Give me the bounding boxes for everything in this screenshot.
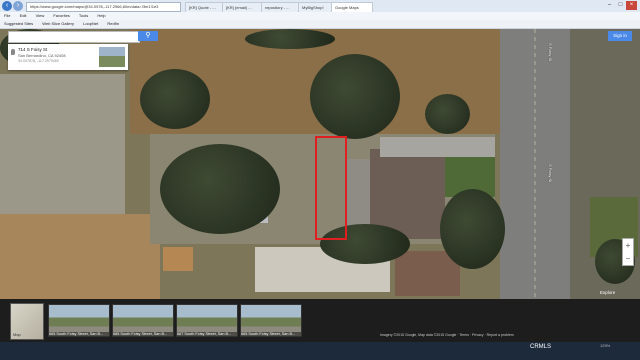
photo-thumbnail[interactable]: 665 South Foisy Street, San B... bbox=[48, 304, 110, 337]
photo-caption: 665 South Foisy Street, San B... bbox=[49, 332, 109, 336]
tree-canopy bbox=[310, 54, 400, 139]
tree-canopy bbox=[425, 94, 470, 134]
zoom-in-icon[interactable]: + bbox=[623, 239, 633, 252]
street-view-thumbnail[interactable] bbox=[99, 47, 125, 67]
explore-label[interactable]: Explore bbox=[600, 290, 615, 295]
map-toggle-label: Map bbox=[13, 332, 21, 337]
fav-loopnet[interactable]: LoopNet bbox=[83, 21, 98, 26]
photo-caption: 667 South Foisy Street, San B... bbox=[177, 332, 237, 336]
zoom-out-icon[interactable]: − bbox=[623, 252, 633, 265]
address-line1: 714 S Foisy St bbox=[18, 47, 48, 52]
fav-web-slice[interactable]: Web Slice Gallery bbox=[42, 21, 74, 26]
address-bar[interactable]: https://www.google.com/maps/@34.0978,-11… bbox=[26, 2, 181, 12]
os-taskbar: CRMLS 125% bbox=[0, 342, 640, 360]
tree-canopy bbox=[160, 144, 280, 234]
watermark-logo: CRMLS bbox=[530, 344, 552, 350]
address-line2: San Bernardino, CA 92408 bbox=[18, 53, 66, 58]
zoom-percent: 125% bbox=[600, 343, 611, 348]
menu-edit[interactable]: Edit bbox=[20, 13, 27, 18]
road-label: S Foisy St bbox=[548, 164, 553, 183]
photo-thumbnail[interactable]: 665 South Foisy Street, San B... bbox=[240, 304, 302, 337]
back-icon[interactable]: ‹ bbox=[2, 1, 12, 11]
minimize-icon[interactable]: – bbox=[604, 1, 615, 10]
tab-3[interactable]: repository - ... bbox=[261, 2, 303, 12]
place-card[interactable]: 714 S Foisy St San Bernardino, CA 92408 … bbox=[8, 44, 128, 70]
menu-file[interactable]: File bbox=[4, 13, 10, 18]
forward-icon[interactable]: › bbox=[13, 1, 23, 11]
menu-help[interactable]: Help bbox=[97, 13, 105, 18]
tree-canopy bbox=[245, 29, 335, 49]
favorites-bar: Suggested Sites Web Slice Gallery LoopNe… bbox=[0, 20, 640, 29]
menu-view[interactable]: View bbox=[36, 13, 45, 18]
parcel-outline bbox=[315, 136, 347, 240]
search-icon[interactable]: ⚲ bbox=[138, 31, 158, 41]
photo-caption: 685 South Foisy Street, San B... bbox=[113, 332, 173, 336]
road-label: S Foisy St bbox=[548, 43, 553, 62]
map-attribution: Imagery ©2015 Google, Map data ©2015 Goo… bbox=[380, 333, 514, 337]
tree-canopy bbox=[440, 189, 505, 269]
coordinates: 34.097878, -117.2970460 bbox=[18, 59, 59, 63]
map-view-toggle[interactable]: Map bbox=[10, 303, 44, 340]
tab-2[interactable]: [KR] (email) ... bbox=[222, 2, 266, 12]
tree-canopy bbox=[140, 69, 210, 129]
menu-favorites[interactable]: Favorites bbox=[53, 13, 69, 18]
tab-1[interactable]: [KR] Quote - ... bbox=[185, 2, 227, 12]
photo-caption: 665 South Foisy Street, San B... bbox=[241, 332, 301, 336]
maximize-icon[interactable]: □ bbox=[615, 1, 626, 10]
tab-google-maps[interactable]: Google Maps bbox=[331, 2, 373, 12]
fav-redfin[interactable]: Redfin bbox=[107, 21, 119, 26]
close-icon[interactable]: × bbox=[626, 1, 637, 10]
photo-thumbnail[interactable]: 667 South Foisy Street, San B... bbox=[176, 304, 238, 337]
zoom-control[interactable]: + − bbox=[622, 238, 634, 266]
sign-in-button[interactable]: Sign in bbox=[608, 31, 632, 41]
pin-icon bbox=[11, 49, 15, 55]
photo-thumbnail[interactable]: 685 South Foisy Street, San B... bbox=[112, 304, 174, 337]
fav-suggested-sites[interactable]: Suggested Sites bbox=[4, 21, 33, 26]
search-input[interactable] bbox=[8, 31, 140, 43]
menu-bar: File Edit View Favorites Tools Help bbox=[0, 12, 640, 20]
menu-tools[interactable]: Tools bbox=[79, 13, 88, 18]
